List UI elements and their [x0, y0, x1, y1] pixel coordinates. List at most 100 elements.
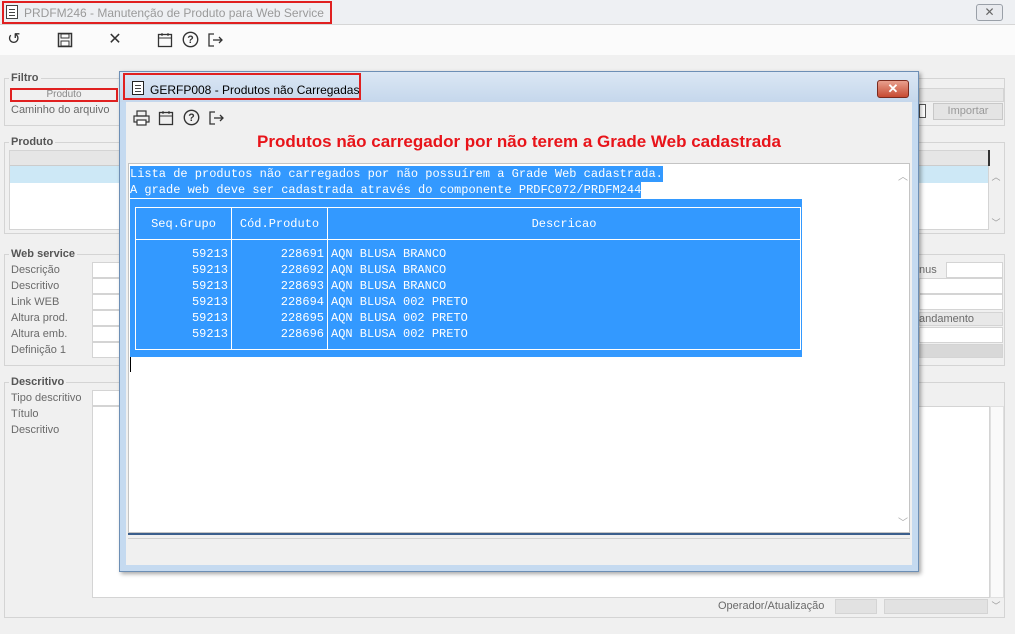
cell-seq-grupo: 59213 — [135, 261, 232, 278]
table-body: 59213 228691 AQN BLUSA BRANCO 59213 228692 AQ… — [135, 239, 801, 350]
ws-input[interactable] — [92, 294, 120, 310]
desc-field-label: Descritivo — [11, 424, 60, 436]
ws-right-input[interactable] — [919, 278, 1003, 294]
svg-text:?: ? — [187, 34, 193, 46]
cell-seq-grupo: 59213 — [135, 293, 232, 310]
ws-input[interactable] — [92, 342, 120, 358]
filtro-right-input[interactable] — [919, 88, 1004, 102]
cell-seq-grupo: 59213 — [135, 325, 232, 342]
text-cursor — [130, 357, 131, 372]
scroll-down-icon[interactable]: ﹀ — [990, 216, 1002, 229]
products-table: Seq.Grupo Cód.Produto Descricao 59213 228… — [135, 207, 801, 350]
undo-icon[interactable]: ↺ — [3, 29, 25, 51]
report-line-2: A grade web deve ser cadastrada através … — [130, 182, 642, 198]
cell-seq-grupo: 59213 — [135, 245, 232, 262]
scroll-up-icon[interactable]: ︿ — [898, 168, 908, 183]
table-row: 59213 228692 AQN BLUSA BRANCO — [135, 261, 801, 278]
dialog-titlebar: GERFP008 - Produtos não Carregadas ✕ — [120, 72, 918, 102]
cell-seq-grupo: 59213 — [135, 309, 232, 326]
cell-cod-produto: 228695 — [231, 309, 328, 326]
content-bottom-border — [128, 533, 910, 535]
ws-right-bar — [919, 344, 1003, 358]
scroll-down-icon[interactable]: ﹀ — [990, 599, 1002, 612]
table-row: 59213 228691 AQN BLUSA BRANCO — [135, 245, 801, 262]
grid-column-handle — [988, 150, 990, 166]
save-icon[interactable] — [54, 29, 76, 51]
report-line-1: Lista de produtos não carregados por não… — [130, 166, 663, 182]
atualizacao-field — [884, 599, 988, 614]
cell-descricao: AQN BLUSA 002 PRETO — [327, 293, 801, 310]
svg-text:?: ? — [188, 112, 194, 124]
cell-descricao: AQN BLUSA BRANCO — [327, 261, 801, 278]
col-header-descricao: Descricao — [327, 207, 801, 240]
ws-input[interactable] — [92, 310, 120, 326]
ws-field-label: Definição 1 — [11, 344, 67, 356]
cell-cod-produto: 228692 — [231, 261, 328, 278]
descritivo-label: Descritivo — [9, 376, 67, 388]
exit-icon[interactable] — [205, 107, 227, 129]
main-toolbar: ↺ ✕ ? — [0, 25, 1015, 55]
scroll-down-icon[interactable]: ﹀ — [898, 514, 908, 529]
dialog-heading: Produtos não carregador por não terem a … — [256, 132, 781, 151]
desc-field-label: Título — [11, 408, 39, 420]
nus-label: nus — [919, 264, 937, 276]
dialog-status-bar — [128, 538, 910, 563]
webservice-label: Web service — [9, 248, 78, 260]
dialog-body: ? Produtos não carregador por não terem … — [126, 102, 912, 565]
table-row: 59213 228693 AQN BLUSA BRANCO — [135, 277, 801, 294]
dialog-title: GERFP008 - Produtos não Carregadas — [150, 83, 360, 97]
calendar-icon[interactable] — [155, 107, 177, 129]
ws-field-label: Descrição — [11, 264, 60, 276]
table-row: 59213 228694 AQN BLUSA 002 PRETO — [135, 293, 801, 310]
scroll-up-icon[interactable]: ︿ — [990, 170, 1002, 183]
help-icon[interactable]: ? — [179, 29, 201, 51]
cancel-icon[interactable]: ✕ — [104, 29, 126, 51]
caminho-label: Caminho do arquivo — [11, 104, 110, 116]
ws-input[interactable] — [92, 278, 120, 294]
operador-label: Operador/Atualização — [718, 600, 825, 612]
cell-descricao: AQN BLUSA BRANCO — [327, 277, 801, 294]
col-header-cod-produto: Cód.Produto — [231, 207, 328, 240]
browse-field[interactable] — [919, 104, 926, 118]
importar-button[interactable]: Importar — [933, 103, 1003, 120]
ws-input[interactable] — [92, 262, 120, 278]
ws-input[interactable] — [92, 326, 120, 342]
operador-field — [835, 599, 877, 614]
cell-descricao: AQN BLUSA 002 PRETO — [327, 325, 801, 342]
ws-field-label: Altura emb. — [11, 328, 68, 340]
cell-seq-grupo: 59213 — [135, 277, 232, 294]
table-row: 59213 228695 AQN BLUSA 002 PRETO — [135, 309, 801, 326]
cell-cod-produto: 228691 — [231, 245, 328, 262]
ws-right-input[interactable] — [919, 294, 1003, 310]
cell-cod-produto: 228694 — [231, 293, 328, 310]
main-titlebar: PRDFM246 - Manutenção de Produto para We… — [0, 0, 1015, 25]
ws-field-label: Altura prod. — [11, 312, 68, 324]
print-icon[interactable] — [130, 107, 152, 129]
cell-cod-produto: 228696 — [231, 325, 328, 342]
help-icon[interactable]: ? — [180, 107, 202, 129]
produto-group-label: Produto — [9, 136, 56, 148]
ws-field-label: Link WEB — [11, 296, 60, 308]
dialog-close-button[interactable]: ✕ — [877, 80, 909, 98]
report-content[interactable]: Lista de produtos não carregados por não… — [128, 163, 910, 533]
andamento-label: andamento — [919, 313, 975, 325]
produto-tab[interactable]: Produto — [10, 88, 118, 102]
col-header-seq-grupo: Seq.Grupo — [135, 207, 232, 240]
cell-cod-produto: 228693 — [231, 277, 328, 294]
cell-descricao: AQN BLUSA 002 PRETO — [327, 309, 801, 326]
descritivo-scrollbar[interactable] — [990, 406, 1004, 598]
calendar-icon[interactable] — [154, 29, 176, 51]
filtro-label: Filtro — [9, 72, 41, 84]
ws-field-label: Descritivo — [11, 280, 60, 292]
main-window-title: PRDFM246 - Manutenção de Produto para We… — [24, 6, 324, 20]
nus-input[interactable] — [946, 262, 1003, 278]
cell-descricao: AQN BLUSA BRANCO — [327, 245, 801, 262]
report-table-selection: Seq.Grupo Cód.Produto Descricao 59213 228… — [130, 199, 802, 357]
tipo-descritivo-input[interactable] — [92, 390, 120, 406]
main-close-button[interactable]: ✕ — [976, 4, 1003, 21]
table-row: 59213 228696 AQN BLUSA 002 PRETO — [135, 325, 801, 342]
exit-icon[interactable] — [204, 29, 226, 51]
produtos-dialog: GERFP008 - Produtos não Carregadas ✕ ? P… — [119, 71, 919, 572]
desc-field-label: Tipo descritivo — [11, 392, 82, 404]
ws-right-input[interactable] — [919, 327, 1003, 343]
